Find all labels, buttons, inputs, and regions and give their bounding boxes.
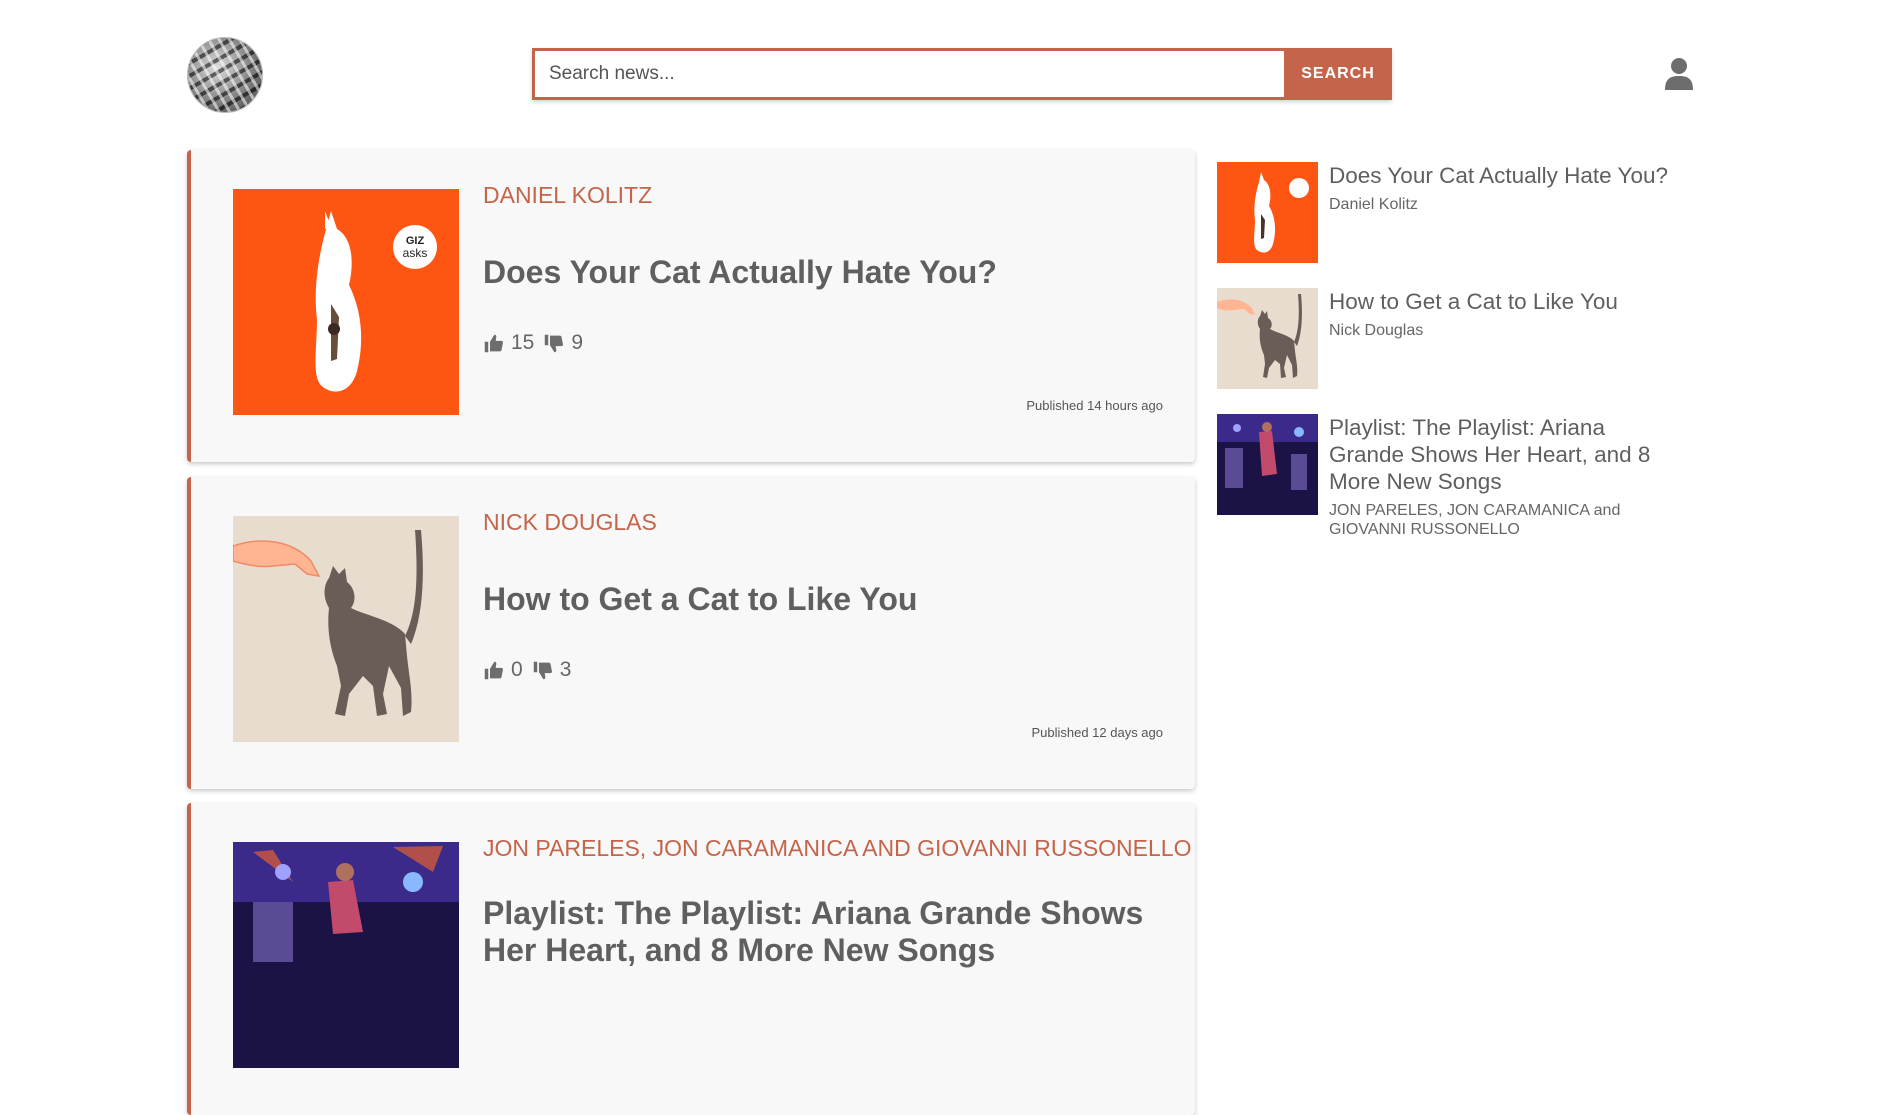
site-logo[interactable] (187, 37, 263, 113)
sidebar-author: Nick Douglas (1329, 322, 1424, 339)
sidebar-title[interactable]: How to Get a Cat to Like You (1329, 288, 1679, 315)
published-time: Published 12 days ago (1031, 725, 1163, 740)
sidebar-thumbnail[interactable] (1217, 414, 1318, 515)
sidebar-author: JON PARELES, JON CARAMANICA and GIOVANNI… (1329, 502, 1621, 538)
dislike-count: 3 (559, 658, 572, 681)
like-count: 15 (511, 331, 535, 354)
article-title[interactable]: How to Get a Cat to Like You (483, 581, 917, 618)
svg-text:asks: asks (403, 246, 428, 260)
article-image[interactable] (233, 842, 459, 1068)
sidebar-thumbnail[interactable] (1217, 162, 1318, 263)
article-author[interactable]: NICK DOUGLAS (483, 509, 657, 536)
thumbs-up-icon[interactable] (483, 660, 504, 681)
article-card[interactable]: NICK DOUGLAS How to Get a Cat to Like Yo… (187, 477, 1195, 789)
article-title[interactable]: Does Your Cat Actually Hate You? (483, 254, 997, 291)
thumbs-up-icon[interactable] (483, 333, 504, 354)
like-count: 0 (511, 658, 523, 681)
thumbs-down-icon[interactable] (543, 333, 564, 354)
published-time: Published 14 hours ago (1026, 398, 1163, 413)
article-author[interactable]: JON PARELES, JON CARAMANICA AND GIOVANNI… (483, 835, 1191, 862)
sidebar-author: Daniel Kolitz (1329, 196, 1418, 213)
article-image[interactable]: GIZ asks (233, 189, 459, 415)
user-icon[interactable] (1664, 57, 1694, 91)
article-author[interactable]: DANIEL KOLITZ (483, 182, 652, 209)
sidebar-thumbnail[interactable] (1217, 288, 1318, 389)
article-title[interactable]: Playlist: The Playlist: Ariana Grande Sh… (483, 895, 1183, 969)
search-button[interactable]: SEARCH (1284, 48, 1392, 100)
dislike-count: 9 (571, 331, 584, 354)
search-bar: SEARCH (532, 48, 1392, 100)
sidebar-title[interactable]: Playlist: The Playlist: Ariana Grande Sh… (1329, 414, 1679, 495)
sidebar-title[interactable]: Does Your Cat Actually Hate You? (1329, 162, 1679, 189)
article-card[interactable]: GIZ asks DANIEL KOLITZ Does Your Cat Act… (187, 150, 1195, 462)
thumbs-down-icon[interactable] (532, 660, 553, 681)
article-card[interactable]: JON PARELES, JON CARAMANICA AND GIOVANNI… (187, 803, 1195, 1115)
vote-bar: 0 3 (483, 658, 580, 682)
article-image[interactable] (233, 516, 459, 742)
vote-bar: 15 9 (483, 331, 592, 355)
search-input[interactable] (532, 48, 1284, 100)
